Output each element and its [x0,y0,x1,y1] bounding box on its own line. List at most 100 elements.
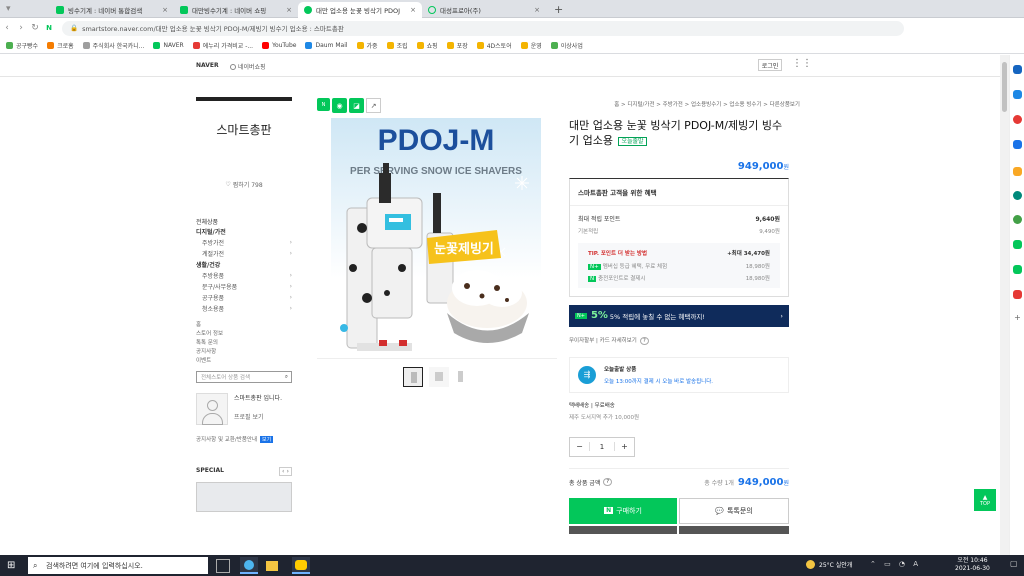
cup-icon[interactable]: ◉ [332,98,347,113]
buy-button[interactable]: N 구매하기 [569,497,677,524]
help-icon[interactable]: ? [639,336,649,345]
tray-icons[interactable]: ⌃ ▭ ◔ A [870,560,921,568]
notice-row[interactable]: 공지사항 및 교환/반품안내 보기 [196,435,292,443]
sidebar-app-icon[interactable] [1013,140,1022,149]
category-item[interactable]: 생활/건강 [196,259,292,270]
login-button[interactable]: 로그인 [758,59,782,71]
category-item[interactable]: 문구/사무용품 › [196,281,292,292]
naver-shopping-link[interactable]: 네이버쇼핑 [230,62,266,71]
back-icon[interactable]: ‹ [0,23,14,33]
weather-widget[interactable]: 25°C 실안개 [806,560,852,569]
minus-button[interactable]: − [570,442,590,451]
tab-2[interactable]: 대만빙수기계 : 네이버 쇼핑 × [174,2,298,18]
secondary-button-2[interactable] [679,525,789,534]
store-link[interactable]: 톡톡 문의 [196,338,292,347]
sidebar-app-icon[interactable] [1013,90,1022,99]
promo-banner[interactable]: N+ 5% 5% 적립에 놓칠 수 없는 혜택까지! › [569,304,789,327]
help-icon[interactable]: ? [603,478,613,486]
search-icon[interactable]: ⌕ [285,374,288,381]
task-view-icon[interactable] [216,559,230,573]
sidebar-app-icon[interactable] [1013,215,1022,224]
bookmark-item[interactable]: 포장 [446,41,468,50]
taskbar-app-explorer[interactable] [266,561,278,571]
special-pager[interactable]: ‹ › [278,467,292,476]
reload-icon[interactable]: ↻ [28,23,42,33]
talk-button[interactable]: 💬 톡톡문의 [679,497,789,524]
special-thumbnail[interactable] [196,482,292,512]
profile-link[interactable]: 프로필 보기 [234,412,282,421]
card-link-row[interactable]: 무이자할부 | 카드 자세히보기? [569,336,789,345]
bookmark-item[interactable]: Daum Mail [305,42,348,49]
category-item[interactable]: 주방용품 › [196,270,292,281]
tip2-text[interactable]: 충전포인트로 결제시 [598,276,645,282]
close-icon[interactable]: × [158,6,168,14]
bookmark-item[interactable]: 주식회사 한국카니... [82,41,144,50]
bookmark-item[interactable]: NAVER [153,42,184,49]
store-name[interactable]: 스마트총판 [196,121,292,138]
breadcrumb[interactable]: 홈 > 디지털/가전 > 주방가전 > 업소용빙수기 > 업소용 빙수기 > 다… [584,100,800,108]
thumbnail-1-selected[interactable] [403,367,423,387]
top-button[interactable]: ▲ TOP [974,489,996,511]
windows-start-icon[interactable]: ⊞ [7,560,15,571]
bookmark-item[interactable]: 가중 [356,41,378,50]
tab-4[interactable]: 대성프로아(주) × [422,2,546,18]
category-item[interactable]: 공구용품 › [196,292,292,303]
taskbar-app-chat[interactable] [292,557,310,574]
sidebar-app-icon[interactable] [1013,115,1022,124]
bookmark-item[interactable]: 쇼핑 [416,41,438,50]
store-search-input[interactable]: 전체스토어 상품 검색 ⌕ [196,371,292,383]
product-main-image[interactable]: PDOJ-M PER SERVING SNOW ICE SHAVERS 눈꽃제빙… [317,118,557,358]
sidebar-app-icon[interactable] [1013,290,1022,299]
bookmark-item[interactable]: 공구빵수 [6,41,38,50]
tab-3-active[interactable]: 대만 업소용 눈꽃 빙삭기 PDOJ × [298,2,422,18]
sidebar-app-icon[interactable] [1013,265,1022,274]
taskbar-app-whale[interactable] [240,557,258,574]
share-icon[interactable]: ↗ [366,98,381,113]
quantity-value[interactable]: 1 [590,443,614,451]
bookmark-item[interactable]: 이상사업 [550,41,583,50]
category-item[interactable]: 주방가전 › [196,237,292,248]
scrollbar-thumb[interactable] [1002,62,1007,112]
bookmark-item[interactable]: 4D스토어 [476,41,512,50]
new-tab-icon[interactable]: + [554,3,563,16]
clock[interactable]: 오전 10:46 2021-06-30 [955,557,990,573]
naver-whale-icon[interactable]: N [42,24,56,32]
category-item[interactable]: 디지털/가전 [196,226,292,237]
close-icon[interactable]: × [282,6,292,14]
store-link[interactable]: 공지사항 [196,347,292,356]
bookmark-item[interactable]: 에누리 가격비교 -... [192,41,253,50]
secondary-button-1[interactable] [569,525,677,534]
store-link[interactable]: 이벤트 [196,356,292,365]
bookmark-item[interactable]: 운영 [520,41,542,50]
bookmark-icon[interactable]: ◪ [349,98,364,113]
zzim-button[interactable]: ♡ 찜하기 798 [196,180,292,189]
store-link[interactable]: 스토어 정보 [196,329,292,338]
page-scrollbar[interactable] [1000,55,1009,555]
browser-menu-icon[interactable]: ▾ [6,4,18,14]
close-icon[interactable]: × [530,6,540,14]
plus-button[interactable]: + [614,442,634,451]
url-field[interactable]: 🔒 smartstore.naver.com/대만 업소용 눈꽃 빙삭기 PDOJ… [62,20,904,36]
close-icon[interactable]: × [406,6,416,14]
sidebar-app-icon[interactable] [1013,167,1022,176]
sidebar-app-icon[interactable] [1013,240,1022,249]
tab-1[interactable]: 빙수기계 : 네이버 통합검색 × [50,2,174,18]
bookmark-item[interactable]: 조립 [386,41,408,50]
category-item[interactable]: 청소용품 › [196,303,292,314]
notification-icon[interactable]: ▢ [1010,559,1020,571]
forward-icon[interactable]: › [14,23,28,33]
sidebar-app-icon[interactable] [1013,65,1022,74]
store-link[interactable]: 홈 [196,320,292,329]
naver-logo[interactable]: NAVER [196,62,219,69]
quantity-stepper[interactable]: − 1 + [569,436,635,457]
all-products-link[interactable]: 전체상품 [196,217,292,226]
thumbnail-2[interactable] [429,367,449,387]
bookmark-item[interactable]: YouTube [262,42,296,49]
sidebar-add-icon[interactable]: + [1013,313,1022,322]
category-item[interactable]: 계절가전 › [196,248,292,259]
bookmark-item[interactable]: 크로홈 [47,41,74,50]
thumbnail-3[interactable] [451,367,471,387]
tip1-text[interactable]: 멤버십 등급 혜택, 무료 체험 [603,264,667,270]
sidebar-app-icon[interactable] [1013,191,1022,200]
npay-icon[interactable]: N [317,98,330,111]
